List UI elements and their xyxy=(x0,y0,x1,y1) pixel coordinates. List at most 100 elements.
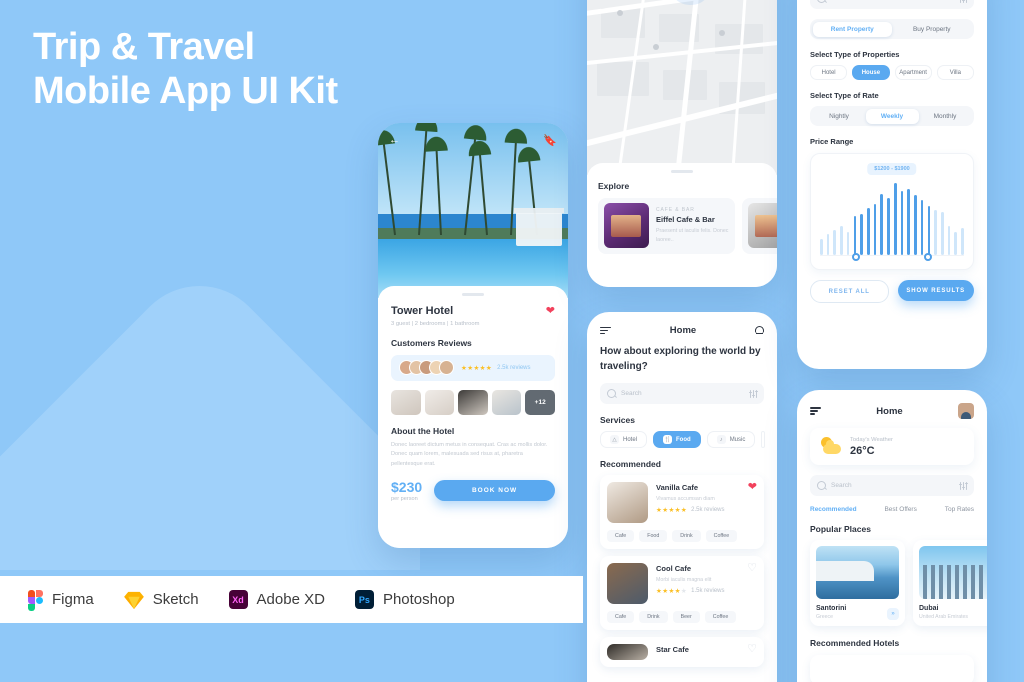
card-tag[interactable]: Beer xyxy=(672,611,700,623)
popular-places-row[interactable]: Santorini Greece » Dubai United Arab Emi… xyxy=(797,540,987,626)
recommended-card[interactable]: Vanilla Cafe ❤ Vivamus accumsan diam ★★★… xyxy=(600,475,764,549)
property-chip-apartment[interactable]: Apartment xyxy=(894,65,932,80)
map-poi-dot[interactable] xyxy=(719,30,725,36)
segment-rent-property[interactable]: Rent Property xyxy=(812,21,892,37)
property-chip-hotel[interactable]: Hotel xyxy=(810,65,848,80)
card-tag[interactable]: Drink xyxy=(672,530,701,542)
back-icon[interactable]: ← xyxy=(389,134,400,146)
recommended-hotel-card[interactable] xyxy=(810,655,974,682)
rate-monthly[interactable]: Monthly xyxy=(919,109,972,124)
gallery-more-thumb[interactable]: +12 xyxy=(525,389,555,415)
range-slider-handle-high[interactable] xyxy=(923,253,932,261)
tool-sketch[interactable]: Sketch xyxy=(123,591,199,609)
property-chip-villa[interactable]: Villa xyxy=(936,65,974,80)
filter-search-bar[interactable]: Venice xyxy=(810,0,974,9)
card-tag[interactable]: Cafe xyxy=(607,611,635,623)
menu-icon[interactable] xyxy=(810,407,821,415)
rate-type-segment[interactable]: Nightly Weekly Monthly xyxy=(810,106,974,126)
card-tag[interactable]: Coffee xyxy=(704,611,737,623)
filter-sliders-icon[interactable] xyxy=(959,0,968,3)
histogram-bar xyxy=(961,227,964,255)
map-canvas[interactable] xyxy=(587,0,777,175)
tab-recommended[interactable]: Recommended xyxy=(810,506,857,513)
reviews-count: 2.5k reviews xyxy=(497,364,531,371)
recommended-card[interactable]: Cool Cafe ♡ Morbi iaculis magna elit ★★★… xyxy=(600,556,764,630)
notification-bell-icon[interactable] xyxy=(755,325,764,336)
place-card-dubai[interactable]: Dubai United Arab Emirates xyxy=(913,540,987,626)
poster-stage: Trip & Travel Mobile App UI Kit ← 🔖 Towe… xyxy=(0,0,1024,682)
hotel-price-unit: per person xyxy=(391,495,418,502)
card-name: Vanilla Cafe xyxy=(656,483,699,492)
card-tag[interactable]: Food xyxy=(639,530,668,542)
gallery-thumb[interactable] xyxy=(391,389,421,415)
about-heading: About the Hotel xyxy=(391,425,455,436)
histogram-bar xyxy=(900,190,904,255)
screen-map-explore: Explore CAFE & BAR Eiffel Cafe & Bar Pra… xyxy=(587,0,777,287)
rate-weekly[interactable]: Weekly xyxy=(865,108,919,124)
recommended-card[interactable]: Star Cafe ♡ xyxy=(600,637,764,667)
favorite-heart-icon[interactable]: ❤ xyxy=(748,482,757,493)
tool-photoshop[interactable]: Ps Photoshop xyxy=(354,590,455,609)
music-icon: ♪ xyxy=(716,435,726,444)
service-chip-music[interactable]: ♪ Music xyxy=(706,431,756,448)
map-poi-dot[interactable] xyxy=(617,10,623,16)
avatar[interactable] xyxy=(958,403,974,419)
rate-nightly[interactable]: Nightly xyxy=(813,109,866,124)
screen-filter: ← Filter Venice Rent Property Buy Proper… xyxy=(797,0,987,369)
property-type-chips[interactable]: Hotel House Apartment Villa xyxy=(797,65,987,80)
gallery-thumb[interactable] xyxy=(491,389,522,415)
recommended-heading: Recommended xyxy=(600,459,661,469)
service-chip-next[interactable] xyxy=(761,431,766,448)
bookmark-icon[interactable]: 🔖 xyxy=(543,134,557,147)
home-search-bar[interactable]: Search xyxy=(600,383,764,404)
card-tag[interactable]: Coffee xyxy=(705,530,738,542)
tool-label: Photoshop xyxy=(382,591,455,608)
tool-figma[interactable]: Figma xyxy=(28,589,94,611)
histogram-bar xyxy=(907,188,910,255)
reviews-heading: Customers Reviews xyxy=(391,337,472,348)
chevron-right-icon[interactable]: » xyxy=(887,608,899,620)
service-chip-food[interactable]: 🍴 Food xyxy=(653,431,701,448)
explore-card[interactable]: CAFE & BAR Eiffel Cafe & Bar Praesent ut… xyxy=(598,197,735,254)
weather-search-bar[interactable]: Search xyxy=(810,475,974,496)
services-row[interactable]: △ Hotel 🍴 Food ♪ Music xyxy=(587,431,777,448)
show-results-button[interactable]: SHOW RESULTS xyxy=(897,280,974,301)
histogram-bar xyxy=(940,212,944,255)
histogram-bar xyxy=(826,233,830,255)
filter-sliders-icon[interactable] xyxy=(959,481,969,490)
title-line-1: Trip & Travel xyxy=(33,26,255,68)
reviews-summary[interactable]: ★★★★★ 2.5k reviews xyxy=(391,354,555,381)
hotel-icon: △ xyxy=(610,435,619,444)
tab-best-offers[interactable]: Best Offers xyxy=(884,506,916,513)
filter-sliders-icon[interactable] xyxy=(749,389,759,398)
book-now-button[interactable]: BOOK NOW xyxy=(434,479,555,501)
tab-top-rates[interactable]: Top Rates xyxy=(945,506,974,513)
tool-adobe-xd[interactable]: Xd Adobe XD xyxy=(228,590,325,609)
favorite-heart-outline-icon[interactable]: ♡ xyxy=(747,563,757,574)
card-tag[interactable]: Drink xyxy=(639,611,668,623)
map-poi-dot[interactable] xyxy=(653,44,659,50)
gallery-thumb[interactable] xyxy=(458,389,488,415)
sheet-grabber[interactable] xyxy=(671,170,693,173)
service-chip-hotel[interactable]: △ Hotel xyxy=(600,431,648,448)
segment-buy-property[interactable]: Buy Property xyxy=(892,22,972,37)
place-card-santorini[interactable]: Santorini Greece » xyxy=(810,540,905,626)
property-chip-house[interactable]: House xyxy=(852,65,890,80)
deal-type-segment[interactable]: Rent Property Buy Property xyxy=(810,19,974,39)
hotel-price: $230 xyxy=(391,478,423,495)
menu-icon[interactable] xyxy=(600,326,611,335)
histogram-bar xyxy=(927,206,931,255)
favorite-heart-outline-icon[interactable]: ♡ xyxy=(747,644,757,655)
hotel-gallery[interactable]: +12 xyxy=(391,389,555,415)
range-slider-handle-low[interactable] xyxy=(851,253,860,261)
favorite-heart-icon[interactable]: ❤ xyxy=(546,305,555,317)
explore-card-next[interactable] xyxy=(742,197,777,254)
recommended-hotels-heading: Recommended Hotels xyxy=(810,638,900,648)
home-tabs[interactable]: Recommended Best Offers Top Rates xyxy=(797,506,987,513)
reset-all-button[interactable]: RESET ALL xyxy=(810,280,889,303)
price-range-chart[interactable]: $1200 - $1900 xyxy=(810,153,974,270)
gallery-thumb[interactable] xyxy=(424,389,455,415)
card-desc: Morbi iaculis magna elit xyxy=(656,577,712,583)
weather-card[interactable]: Today's Weather 26°C xyxy=(810,428,974,465)
card-tag[interactable]: Cafe xyxy=(607,530,635,542)
